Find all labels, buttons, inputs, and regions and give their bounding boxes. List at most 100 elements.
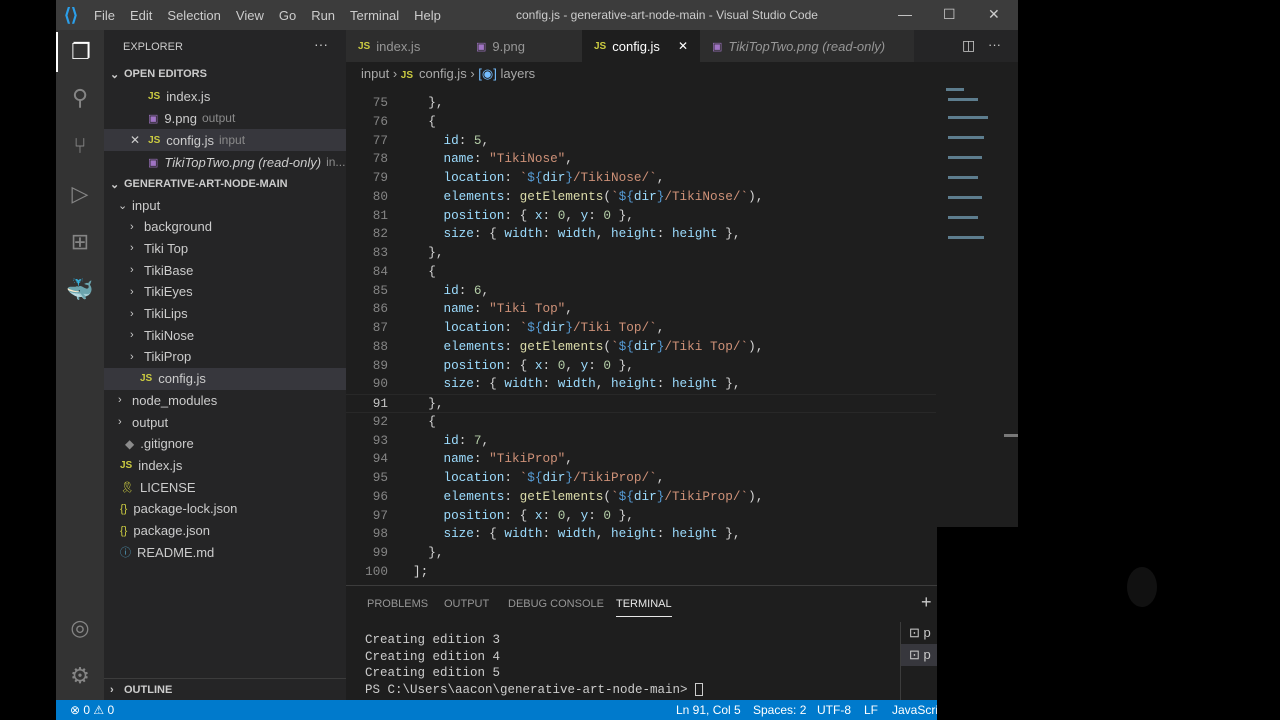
open-editor-item[interactable]: ✕ JS config.js input [104,129,346,151]
code-token: } [565,170,573,185]
minimize-icon[interactable]: — [898,6,912,22]
code-token: , [565,357,581,373]
tab-label: index.js [376,38,421,54]
terminal-instance[interactable]: ⊡ p [901,622,938,644]
tree-item[interactable]: › TikiLips [104,303,346,325]
tree-item[interactable]: ⌄ input [104,194,346,216]
tree-item[interactable]: › Tiki Top [104,237,346,259]
tab-label: config.js [612,38,660,54]
tab-config-js[interactable]: JS config.js ✕ [582,30,700,62]
menu-view[interactable]: View [236,8,264,23]
tree-item[interactable]: › TikiNose [104,324,346,346]
more-actions-icon[interactable]: ··· [988,37,1001,52]
code-token: } [565,320,573,335]
tab-9-png[interactable]: ▣ 9.png [464,30,582,62]
code-editor[interactable]: 75 }, 76 {77 id: 5, 78 name: "TikiNose", 79… [346,92,936,585]
close-editor-icon[interactable]: ✕ [130,133,140,147]
tree-item[interactable]: › background [104,216,346,238]
code-token: elements [413,338,505,354]
account-icon[interactable]: ◎ [56,608,104,648]
code-token: width [504,526,543,542]
split-editor-icon[interactable]: ◫ [962,37,975,54]
new-terminal-icon[interactable]: + [921,592,932,613]
panel-tab-output[interactable]: OUTPUT [444,598,489,610]
tree-item[interactable]: JS index.js [104,454,346,476]
vscode-logo-icon: ⟨⟩ [64,4,79,25]
tree-item[interactable]: 🎗 LICENSE [104,476,346,498]
menu-edit[interactable]: Edit [130,8,152,23]
panel-tab-debug-console[interactable]: DEBUG CONSOLE [508,598,604,610]
tree-item[interactable]: › node_modules [104,389,346,411]
explorer-icon[interactable]: ❐ [56,32,104,72]
tree-item[interactable]: {} package.json [104,520,346,542]
indentation[interactable]: Spaces: 2 [753,703,806,717]
search-icon[interactable]: ⚲ [56,78,104,118]
file-name: input [132,197,161,213]
run-debug-icon[interactable]: ▷ [56,174,104,214]
menu-run[interactable]: Run [311,8,335,23]
source-control-icon[interactable]: ⑂ [56,126,104,166]
code-token: dir [542,170,566,185]
terminal-text: Creating edition 3 [365,633,501,647]
outline-header[interactable]: › OUTLINE [104,678,346,700]
line-number: 95 [372,470,388,485]
line-ending[interactable]: LF [864,703,878,717]
tree-item[interactable]: › output [104,411,346,433]
scrollbar[interactable] [1004,434,1018,437]
tree-item[interactable]: JS config.js [104,367,346,390]
code-token: , [565,451,573,467]
tree-item[interactable]: ◆ .gitignore [104,433,346,455]
more-actions-icon[interactable]: ··· [314,36,328,52]
chevron-right-icon: › [130,285,134,298]
tab-index-js[interactable]: JS index.js [346,30,464,62]
tab-tikitoptwo-png[interactable]: ▣ TikiTopTwo.png (read-only) [700,30,914,62]
encoding[interactable]: UTF-8 [817,703,851,717]
menu-selection[interactable]: Selection [167,8,220,23]
open-editor-item[interactable]: ▣ TikiTopTwo.png (read-only) in... [104,151,346,173]
open-editor-item[interactable]: ▣ 9.png output [104,107,346,129]
docker-icon[interactable]: 🐳 [56,270,104,310]
code-token: position [413,207,505,223]
open-editors-header[interactable]: ⌄ OPEN EDITORS [104,63,346,85]
panel-tab-terminal[interactable]: TERMINAL [616,598,672,617]
cursor-position[interactable]: Ln 91, Col 5 [676,703,741,717]
close-icon[interactable]: ✕ [988,6,1000,23]
project-header[interactable]: ⌄ GENERATIVE-ART-NODE-MAIN [104,173,346,195]
code-token: : { [473,226,505,242]
code-token: , [481,282,490,298]
minimap[interactable] [944,86,1004,256]
menu-go[interactable]: Go [279,8,296,23]
code-line: 99 }, [346,544,936,563]
tree-item[interactable]: › TikiEyes [104,281,346,303]
maximize-icon[interactable]: ☐ [943,6,956,23]
problems-status[interactable]: ⊗ 0 ⚠ 0 [70,703,114,717]
language-mode[interactable]: JavaScript [892,703,937,717]
menu-file[interactable]: File [94,8,115,23]
code-token: : { [504,357,535,373]
tree-item[interactable]: ⓘ README.md [104,541,346,563]
breadcrumb-file[interactable]: config.js [419,66,467,81]
tree-item[interactable]: › TikiProp [104,346,346,368]
code-token: : [588,507,604,523]
settings-gear-icon[interactable]: ⚙ [56,656,104,696]
terminal-instance[interactable]: ⊡ p [901,644,938,666]
breadcrumb-folder[interactable]: input [361,66,389,81]
terminal-icon: ⊡ [909,625,924,640]
line-number: 91 [372,396,388,411]
menu-help[interactable]: Help [414,8,441,23]
file-name: config.js [158,371,206,387]
tree-item[interactable]: {} package-lock.json [104,498,346,520]
tab-close-icon[interactable]: ✕ [678,39,688,53]
breadcrumb-symbol[interactable]: layers [500,66,535,81]
tree-item[interactable]: › TikiBase [104,259,346,281]
extensions-icon[interactable]: ⊞ [56,222,104,262]
file-name: config.js [166,132,214,148]
menu-terminal[interactable]: Terminal [350,8,399,23]
code-token: } [565,470,573,485]
open-editor-item[interactable]: JS index.js [104,85,346,107]
panel-tab-problems[interactable]: PROBLEMS [367,598,428,610]
code-token: { [413,413,436,429]
code-token: width [557,526,596,542]
code-token: "Tiki Top" [489,301,566,317]
code-token: getElements [519,188,604,204]
